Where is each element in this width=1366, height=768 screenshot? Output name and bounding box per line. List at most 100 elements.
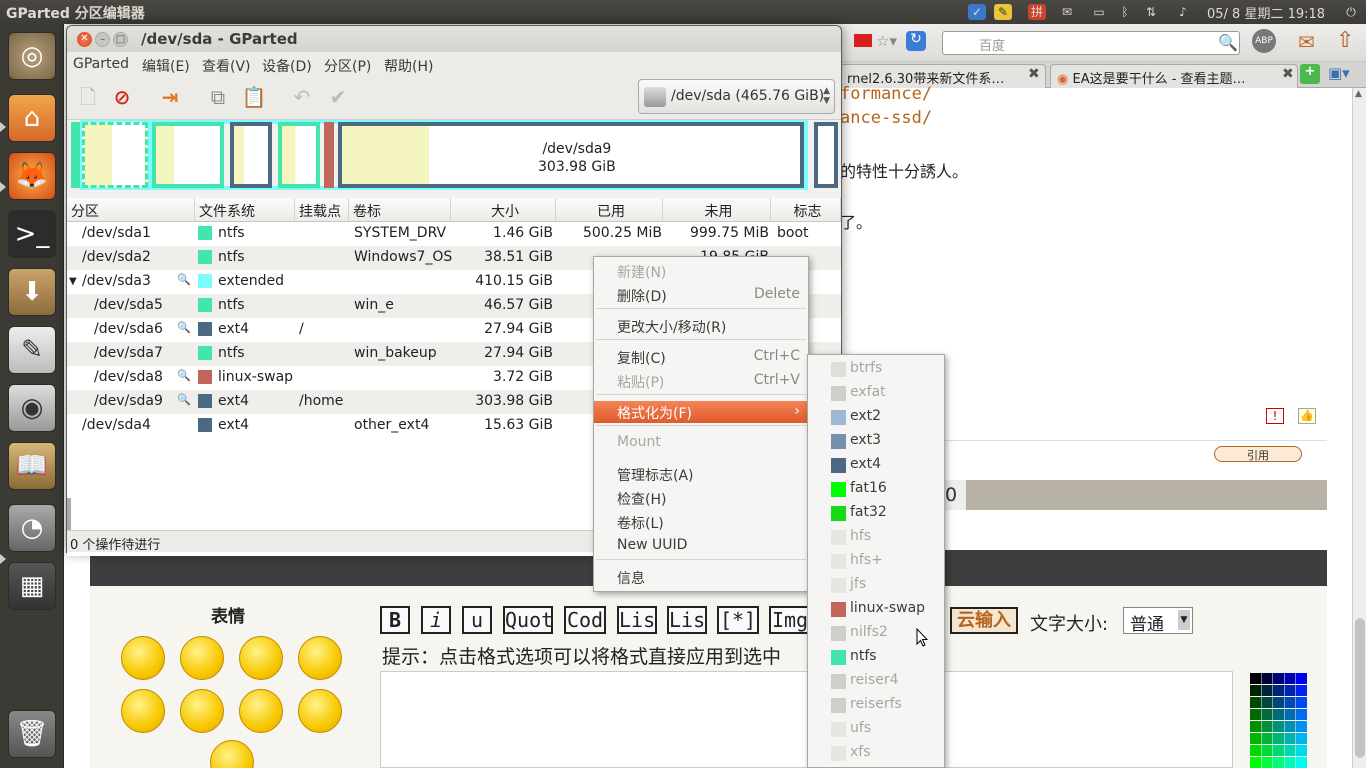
palette-swatch[interactable] bbox=[1261, 721, 1273, 732]
palette-swatch[interactable] bbox=[1284, 733, 1296, 744]
column-header[interactable]: 分区 bbox=[67, 198, 195, 222]
palette-swatch[interactable] bbox=[1284, 745, 1296, 756]
palette-swatch[interactable] bbox=[1284, 697, 1296, 708]
text-editor-icon[interactable]: ✎ bbox=[8, 326, 56, 374]
giggle-emoji-icon[interactable] bbox=[298, 636, 342, 680]
star-icon[interactable]: ☆▾ bbox=[876, 32, 897, 50]
menu-partition[interactable]: 分区(P) bbox=[324, 56, 371, 76]
paste-icon[interactable]: 📋 bbox=[241, 84, 267, 110]
shy-emoji-icon[interactable] bbox=[239, 636, 283, 680]
menu-view[interactable]: 查看(V) bbox=[202, 56, 251, 76]
sweat-emoji-icon[interactable] bbox=[180, 689, 224, 733]
book-icon[interactable]: 📖 bbox=[8, 442, 56, 490]
power-icon[interactable]: ⏻ bbox=[1342, 4, 1360, 20]
disk-part-sda9[interactable]: /dev/sda9 303.98 GiB bbox=[338, 122, 804, 188]
battery-icon[interactable]: ▭ bbox=[1090, 4, 1108, 20]
disk-part-sda6[interactable] bbox=[230, 122, 272, 188]
palette-swatch[interactable] bbox=[1250, 673, 1261, 684]
delete-icon[interactable]: ⊘ bbox=[109, 84, 135, 110]
palette-swatch[interactable] bbox=[1296, 697, 1307, 708]
title-bar[interactable]: ✕ – □ /dev/sda - GParted bbox=[67, 26, 841, 52]
palette-swatch[interactable] bbox=[1261, 745, 1273, 756]
format-option-ext3[interactable]: ext3 bbox=[808, 429, 944, 453]
minimize-icon[interactable]: – bbox=[95, 32, 110, 47]
palette-swatch[interactable] bbox=[1273, 685, 1284, 696]
palette-swatch[interactable] bbox=[1261, 733, 1273, 744]
palette-swatch[interactable] bbox=[1250, 745, 1261, 756]
palette-swatch[interactable] bbox=[1296, 745, 1307, 756]
gparted-icon[interactable]: ◔ bbox=[8, 504, 56, 552]
palette-swatch[interactable] bbox=[1284, 709, 1296, 720]
notes-icon[interactable]: ✎ bbox=[994, 4, 1012, 20]
image-button[interactable]: Img bbox=[769, 606, 809, 634]
palette-swatch[interactable] bbox=[1261, 673, 1273, 684]
underline-button[interactable]: u bbox=[462, 606, 492, 634]
format-option-linux-swap[interactable]: linux-swap bbox=[808, 597, 944, 621]
palette-swatch[interactable] bbox=[1296, 733, 1307, 744]
close-icon[interactable]: ✖ bbox=[1028, 66, 1040, 82]
tongue-emoji-icon[interactable] bbox=[180, 636, 224, 680]
undo-icon[interactable]: ↶ bbox=[289, 84, 315, 110]
color-palette[interactable] bbox=[1250, 673, 1308, 768]
browser-scrollbar[interactable]: ▲ bbox=[1352, 88, 1366, 768]
palette-swatch[interactable] bbox=[1296, 721, 1307, 732]
context-menu-item[interactable]: 复制(C) Ctrl+C bbox=[594, 346, 808, 368]
quote-button[interactable]: 引用 bbox=[1214, 446, 1302, 462]
device-selector[interactable]: /dev/sda (465.76 GiB) ▲ ▼ bbox=[638, 79, 835, 114]
palette-swatch[interactable] bbox=[1261, 757, 1273, 768]
menu-device[interactable]: 设备(D) bbox=[262, 56, 312, 76]
palette-swatch[interactable] bbox=[1273, 745, 1284, 756]
ubuntu-dash-icon[interactable]: ◎ bbox=[8, 32, 56, 80]
column-header[interactable]: 卷标 bbox=[349, 198, 451, 222]
dropbox-icon[interactable]: ✓ bbox=[968, 4, 986, 20]
palette-swatch[interactable] bbox=[1284, 685, 1296, 696]
format-option-ntfs[interactable]: ntfs bbox=[808, 645, 944, 669]
laugh-emoji-icon[interactable] bbox=[121, 689, 165, 733]
chuckle-emoji-icon[interactable] bbox=[298, 689, 342, 733]
home-folder-icon[interactable]: ⌂ bbox=[8, 94, 56, 142]
palette-swatch[interactable] bbox=[1284, 673, 1296, 684]
disk-map[interactable]: /dev/sda9 303.98 GiB bbox=[70, 120, 840, 192]
tab-ea[interactable]: ◉ EA这是要干什么 - 查看主题… bbox=[1050, 64, 1298, 88]
font-size-select[interactable]: 普通 ▼ bbox=[1123, 607, 1193, 635]
thumb-icon[interactable]: 👍 bbox=[1298, 408, 1316, 424]
copy-icon[interactable]: ⧉ bbox=[205, 84, 231, 110]
palette-swatch[interactable] bbox=[1273, 697, 1284, 708]
column-header[interactable]: 挂载点 bbox=[295, 198, 349, 222]
mail-icon[interactable]: ✉ bbox=[1298, 30, 1315, 54]
input-method-icon[interactable]: 拼 bbox=[1028, 4, 1046, 20]
bold-button[interactable]: B bbox=[380, 606, 410, 634]
palette-swatch[interactable] bbox=[1250, 697, 1261, 708]
scroll-up-icon[interactable]: ▲ bbox=[1355, 89, 1362, 99]
palette-swatch[interactable] bbox=[1273, 673, 1284, 684]
adblock-icon[interactable]: ABP bbox=[1252, 29, 1276, 53]
menu-gparted[interactable]: GParted bbox=[73, 56, 129, 72]
close-icon[interactable]: ✖ bbox=[1282, 66, 1294, 82]
context-menu-item[interactable]: New UUID bbox=[594, 535, 808, 557]
context-menu-item[interactable]: 信息 bbox=[594, 566, 808, 588]
network-icon[interactable]: ⇅ bbox=[1142, 4, 1160, 20]
palette-swatch[interactable] bbox=[1250, 757, 1261, 768]
column-header[interactable]: 已用 bbox=[556, 198, 663, 222]
palette-swatch[interactable] bbox=[1296, 757, 1307, 768]
disk-part-sda7[interactable] bbox=[278, 122, 320, 188]
menu-help[interactable]: 帮助(H) bbox=[384, 56, 433, 76]
palette-swatch[interactable] bbox=[1284, 721, 1296, 732]
palette-swatch[interactable] bbox=[1250, 709, 1261, 720]
ordered-list-button[interactable]: Lis bbox=[667, 606, 707, 634]
palette-swatch[interactable] bbox=[1250, 733, 1261, 744]
grin-emoji-icon[interactable] bbox=[239, 689, 283, 733]
cloud-input-button[interactable]: 云输入 bbox=[950, 607, 1018, 634]
software-center-icon[interactable]: ⬇ bbox=[8, 268, 56, 316]
palette-swatch[interactable] bbox=[1261, 709, 1273, 720]
volume-icon[interactable]: ♪ bbox=[1174, 4, 1192, 20]
palette-swatch[interactable] bbox=[1296, 685, 1307, 696]
context-menu-item[interactable]: 卷标(L) bbox=[594, 511, 808, 533]
disk-part-sda2[interactable] bbox=[80, 120, 150, 190]
context-menu-item[interactable]: 格式化为(F) › bbox=[594, 401, 808, 423]
disk-part-sda1[interactable] bbox=[71, 122, 80, 188]
bluetooth-icon[interactable]: ᛒ bbox=[1116, 4, 1134, 20]
code-button[interactable]: Cod bbox=[564, 606, 606, 634]
disk-part-sda5[interactable] bbox=[152, 122, 224, 188]
apply-icon[interactable]: ✔ bbox=[325, 84, 351, 110]
